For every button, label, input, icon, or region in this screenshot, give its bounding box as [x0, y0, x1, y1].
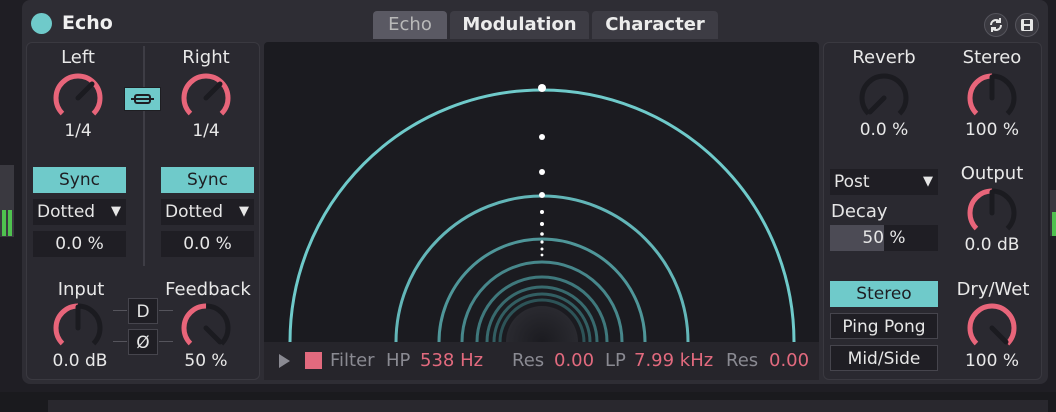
res2-label: Res: [726, 350, 759, 371]
reverb-position-value: Post: [834, 172, 870, 192]
reverb-position-dropdown[interactable]: Post ▼: [830, 169, 938, 195]
hp-value[interactable]: 538 Hz: [420, 350, 483, 371]
res2-value[interactable]: 0.00: [769, 350, 809, 371]
ducking-button[interactable]: D: [128, 298, 158, 324]
tab-character[interactable]: Character: [592, 11, 718, 39]
stereo-label: Stereo: [962, 47, 1022, 68]
link-channels-button[interactable]: [124, 87, 161, 111]
right-time-label: Right: [182, 47, 230, 68]
link-divider: [143, 46, 145, 266]
device-power-button[interactable]: [31, 13, 52, 34]
device-title: Echo: [62, 12, 113, 34]
echo-visualizer: [264, 42, 819, 380]
reverb-knob[interactable]: [854, 70, 914, 126]
output-knob[interactable]: [962, 185, 1022, 241]
lp-value[interactable]: 7.99 kHz: [634, 350, 713, 371]
filter-toggle-button[interactable]: [305, 352, 322, 369]
decay-value: 50 %: [862, 228, 906, 248]
drywet-label: Dry/Wet: [956, 279, 1030, 300]
right-time-value: 1/4: [192, 121, 220, 141]
decay-field[interactable]: 50 %: [830, 225, 938, 251]
echo-arc: [288, 88, 796, 343]
bottom-strip-bar: [48, 400, 1048, 412]
input-value: 0.0 dB: [52, 351, 108, 371]
filter-label: Filter: [330, 350, 375, 371]
hot-swap-button[interactable]: [984, 13, 1008, 37]
right-offset-field[interactable]: 0.0 %: [161, 231, 254, 257]
left-offset-field[interactable]: 0.0 %: [33, 231, 126, 257]
tab-modulation[interactable]: Modulation: [450, 11, 589, 39]
decay-label: Decay: [831, 201, 888, 222]
left-sync-mode-value: Dotted: [37, 202, 96, 222]
save-icon: [1021, 19, 1033, 31]
phase-button-connector-r: [159, 341, 173, 342]
left-time-value: 1/4: [64, 121, 92, 141]
d-button-connector-r: [159, 310, 173, 311]
right-time-knob[interactable]: [176, 70, 236, 126]
filter-bar: Filter HP 538 Hz Res 0.00 LP 7.99 kHz Re…: [264, 342, 819, 380]
feedback-label: Feedback: [165, 279, 251, 300]
left-time-label: Left: [61, 47, 95, 68]
phase-invert-button[interactable]: Ø: [128, 329, 158, 355]
chevron-down-icon: ▼: [923, 174, 933, 189]
reverb-label: Reverb: [852, 47, 916, 68]
mode-pingpong-button[interactable]: Ping Pong: [830, 313, 938, 339]
drywet-value: 100 %: [964, 351, 1019, 371]
stereo-knob[interactable]: [962, 70, 1022, 126]
left-sync-mode-dropdown[interactable]: Dotted ▼: [33, 199, 126, 225]
lp-label: LP: [605, 350, 626, 371]
feedback-knob[interactable]: [176, 300, 236, 356]
phase-button-connector: [113, 341, 127, 342]
mode-stereo-button[interactable]: Stereo: [830, 281, 938, 307]
link-icon: [131, 94, 154, 104]
input-knob[interactable]: [48, 300, 108, 356]
hp-label: HP: [386, 350, 411, 371]
play-icon[interactable]: [278, 353, 292, 369]
output-meter-level: [1052, 212, 1056, 236]
output-label: Output: [960, 163, 1024, 184]
res1-value[interactable]: 0.00: [554, 350, 594, 371]
input-meter-level-r: [8, 210, 12, 236]
left-sync-button[interactable]: Sync: [33, 167, 126, 193]
right-sync-mode-value: Dotted: [165, 202, 224, 222]
left-time-knob[interactable]: [48, 70, 108, 126]
mode-midside-button[interactable]: Mid/Side: [830, 345, 938, 371]
input-label: Input: [57, 279, 105, 300]
stereo-value: 100 %: [964, 120, 1019, 140]
d-button-connector: [113, 310, 127, 311]
right-sync-mode-dropdown[interactable]: Dotted ▼: [161, 199, 254, 225]
input-meter-level: [2, 210, 6, 236]
feedback-value: 50 %: [184, 351, 228, 371]
right-sync-button[interactable]: Sync: [161, 167, 254, 193]
output-value: 0.0 dB: [964, 235, 1020, 255]
drywet-knob[interactable]: [962, 300, 1022, 356]
save-preset-button[interactable]: [1015, 13, 1039, 37]
chevron-down-icon: ▼: [239, 204, 249, 219]
res1-label: Res: [512, 350, 545, 371]
reverb-value: 0.0 %: [859, 120, 909, 140]
chevron-down-icon: ▼: [111, 204, 121, 219]
tab-echo[interactable]: Echo: [373, 11, 447, 39]
hot-swap-icon: [990, 18, 1002, 32]
